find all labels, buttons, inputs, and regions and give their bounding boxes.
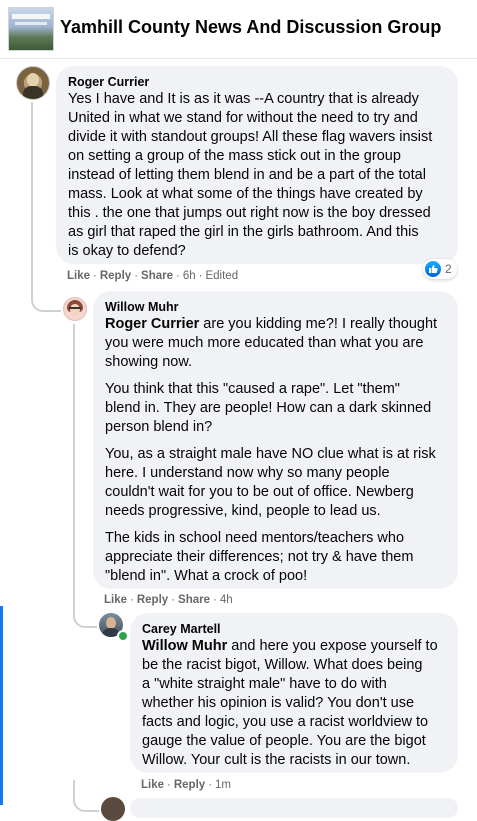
- comment-line: divide it with standout groups! All thes…: [68, 129, 433, 145]
- reaction-summary[interactable]: 2: [423, 259, 457, 279]
- comment-paragraph: You think that this "caused a rape". Let…: [105, 380, 446, 437]
- like-button[interactable]: Like: [104, 594, 127, 606]
- comment-line: needs progressive, kind, people to lead …: [105, 503, 381, 519]
- comment-author[interactable]: Willow Muhr: [105, 299, 446, 315]
- comment-bubble-roger: Roger Currier Yes I have and It is as it…: [56, 66, 458, 264]
- comment-paragraph: Roger Currier are you kidding me?! I rea…: [105, 315, 446, 372]
- comment-line: facts and logic, you use a racist worldv…: [142, 714, 429, 730]
- timestamp[interactable]: 4h: [220, 594, 233, 606]
- like-button[interactable]: Like: [141, 779, 164, 791]
- new-comment-indicator: [0, 606, 3, 805]
- comment-line: Willow. Your cult is the racists in our …: [142, 752, 411, 768]
- reply-button[interactable]: Reply: [174, 779, 205, 791]
- comment-line: is okay to defend?: [68, 243, 186, 259]
- avatar-next-reply[interactable]: [101, 797, 125, 821]
- comment-author[interactable]: Carey Martell: [142, 621, 446, 637]
- comment-line: United in what we stand for without the …: [68, 110, 418, 126]
- comment-actions: Like · Reply · 1m: [141, 779, 232, 791]
- comment-line: You, as a straight male have NO clue wha…: [105, 446, 436, 462]
- thread-connector-willow: [31, 288, 61, 312]
- comment-line: appreciate their differences; not try & …: [105, 549, 414, 565]
- comment-author[interactable]: Roger Currier: [68, 74, 446, 90]
- comment-line-rest: and here you expose yourself to: [227, 638, 438, 654]
- reply-button[interactable]: Reply: [100, 270, 131, 282]
- mention-link[interactable]: Willow Muhr: [142, 638, 227, 654]
- comment-line: "blend in". What a crock of poo!: [105, 568, 308, 584]
- thread-line-root: [31, 102, 33, 288]
- comment-line: person blend in?: [105, 419, 213, 435]
- comment-paragraph: You, as a straight male have NO clue wha…: [105, 445, 446, 521]
- mention-link[interactable]: Roger Currier: [105, 316, 199, 332]
- timestamp[interactable]: 6h: [183, 270, 196, 282]
- share-button[interactable]: Share: [178, 594, 210, 606]
- comment-line: couldn't wait for you to be out of offic…: [105, 484, 414, 500]
- comment-actions: Like · Reply · Share · 6h · Edited: [67, 270, 239, 282]
- comment-line: whether his opinion is valid? You don't …: [142, 695, 415, 711]
- like-button[interactable]: Like: [67, 270, 90, 282]
- comment-line: gauge the value of people. You are the b…: [142, 733, 426, 749]
- comment-line: The kids in school need mentors/teachers…: [105, 530, 405, 546]
- like-thumb-icon: [425, 261, 441, 277]
- comment-text: Willow Muhr and here you expose yourself…: [142, 637, 446, 770]
- online-status-dot: [117, 630, 129, 642]
- comment-actions: Like · Reply · Share · 4h: [104, 594, 233, 606]
- avatar-willow-muhr[interactable]: [63, 297, 87, 321]
- thread-connector-carey: [73, 606, 97, 628]
- comment-bubble-next: [130, 798, 458, 818]
- group-header: Yamhill County News And Discussion Group: [0, 0, 477, 59]
- reaction-count: 2: [445, 262, 452, 276]
- comment-text: Yes I have and It is as it was --A count…: [68, 90, 446, 261]
- comment-line: showing now.: [105, 354, 193, 370]
- thread-connector-next: [73, 780, 99, 812]
- comment-line: a "white straight male" have to do with: [142, 676, 387, 692]
- comment-line: as girl that raped the girl in the girls…: [68, 224, 419, 240]
- comment-line: Yes I have and It is as it was --A count…: [68, 91, 419, 107]
- comment-line: You think that this "caused a rape". Let…: [105, 381, 400, 397]
- comment-bubble-willow: Willow Muhr Roger Currier are you kiddin…: [93, 291, 458, 589]
- comment-bubble-carey: Carey Martell Willow Muhr and here you e…: [130, 613, 458, 773]
- edited-label[interactable]: Edited: [205, 270, 238, 282]
- timestamp[interactable]: 1m: [215, 779, 231, 791]
- share-button[interactable]: Share: [141, 270, 173, 282]
- comment-line: mass. Look at what some of the things ha…: [68, 186, 423, 202]
- comment-line: you were much more educated than what yo…: [105, 335, 424, 351]
- comment-paragraph: The kids in school need mentors/teachers…: [105, 529, 446, 586]
- comment-line: Roger Currier are you kidding me?! I rea…: [105, 315, 446, 334]
- comment-line: blend in. They are people! How can a dar…: [105, 400, 432, 416]
- comment-line: be the racist bigot, Willow. What does b…: [142, 657, 423, 673]
- comment-line: here. I understand now why so many peopl…: [105, 465, 390, 481]
- group-cover-thumbnail[interactable]: [8, 7, 54, 51]
- avatar-roger-currier[interactable]: [16, 66, 50, 100]
- comment-line-rest: are you kidding me?! I really thought: [199, 316, 438, 332]
- reply-button[interactable]: Reply: [137, 594, 168, 606]
- group-title[interactable]: Yamhill County News And Discussion Group: [60, 17, 441, 38]
- comment-line: on setting a group of the mass stick out…: [68, 148, 401, 164]
- comment-line: instead of letting them blend in and be …: [68, 167, 426, 183]
- comment-line: this . the one that jumps out right now …: [68, 205, 431, 221]
- comment-line: Willow Muhr and here you expose yourself…: [142, 637, 446, 656]
- thread-line-willow: [73, 324, 75, 608]
